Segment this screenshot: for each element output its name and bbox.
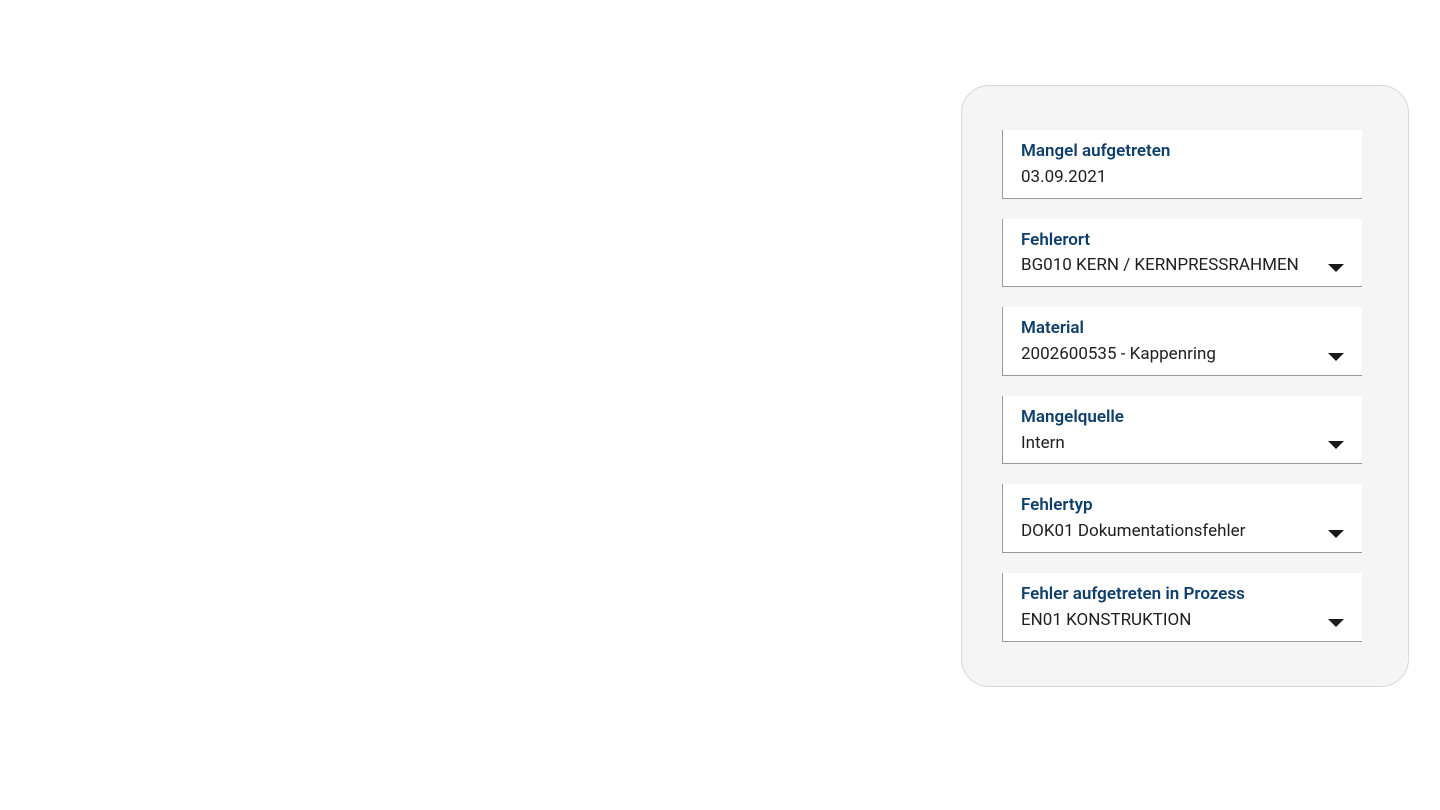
field-value-fehler-prozess: EN01 KONSTRUKTION (1021, 609, 1346, 633)
field-label-fehler-prozess: Fehler aufgetreten in Prozess (1021, 583, 1346, 607)
field-label-mangelquelle: Mangelquelle (1021, 406, 1346, 430)
field-label-mangel-aufgetreten: Mangel aufgetreten (1021, 140, 1346, 164)
field-fehler-prozess[interactable]: Fehler aufgetreten in Prozess EN01 KONST… (1002, 573, 1362, 642)
dropdown-caret-icon (1328, 441, 1344, 449)
defect-details-panel: Mangel aufgetreten 03.09.2021 Fehlerort … (961, 85, 1409, 687)
dropdown-caret-icon (1328, 264, 1344, 272)
field-value-mangelquelle: Intern (1021, 432, 1346, 456)
field-label-fehlertyp: Fehlertyp (1021, 494, 1346, 518)
field-fehlertyp[interactable]: Fehlertyp DOK01 Dokumentationsfehler (1002, 484, 1362, 553)
field-value-fehlertyp: DOK01 Dokumentationsfehler (1021, 520, 1346, 544)
field-mangel-aufgetreten[interactable]: Mangel aufgetreten 03.09.2021 (1002, 130, 1362, 199)
field-value-mangel-aufgetreten: 03.09.2021 (1021, 166, 1346, 190)
field-value-material: 2002600535 - Kappenring (1021, 343, 1346, 367)
field-value-fehlerort: BG010 KERN / KERNPRESSRAHMEN (1021, 254, 1346, 278)
field-mangelquelle[interactable]: Mangelquelle Intern (1002, 396, 1362, 465)
field-label-fehlerort: Fehlerort (1021, 229, 1346, 253)
field-fehlerort[interactable]: Fehlerort BG010 KERN / KERNPRESSRAHMEN (1002, 219, 1362, 288)
dropdown-caret-icon (1328, 353, 1344, 361)
dropdown-caret-icon (1328, 530, 1344, 538)
dropdown-caret-icon (1328, 619, 1344, 627)
field-material[interactable]: Material 2002600535 - Kappenring (1002, 307, 1362, 376)
field-label-material: Material (1021, 317, 1346, 341)
